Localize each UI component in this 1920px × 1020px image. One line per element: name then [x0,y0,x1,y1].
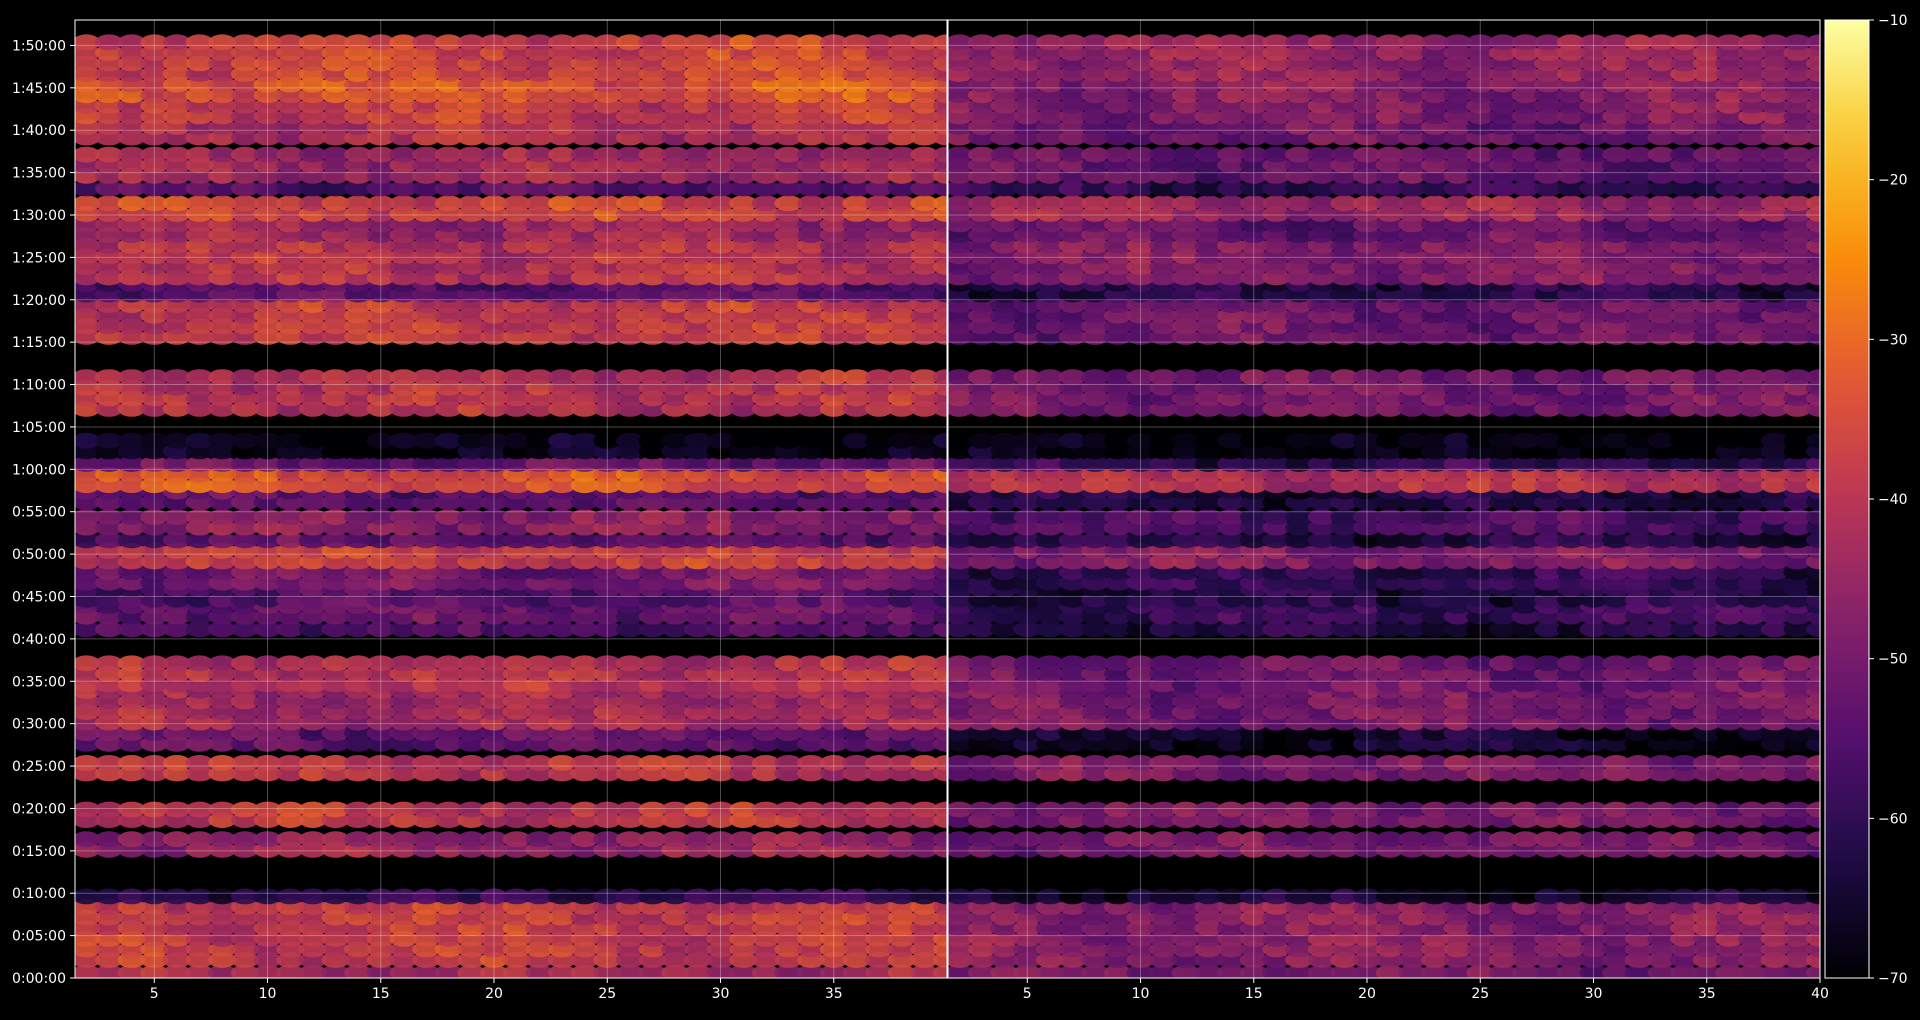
panel-1: 5 10 15 20 25 30 35 [72,20,961,1002]
x-tick-label: 15 [372,986,390,1002]
x-tick-label: 35 [825,986,843,1002]
panels-layer: 51015202530355101520253035400:00:000:05:… [12,20,1834,1002]
x-tick-label: 5 [150,986,159,1002]
x-tick-label: 25 [598,986,616,1002]
spectrogram-chart: 51015202530355101520253035400:00:000:05:… [0,0,1920,1015]
chart-root: 51015202530355101520253035400:00:000:05:… [0,0,1920,1015]
panel-marks [945,34,1834,980]
x-tick-label: 20 [485,986,503,1002]
x-tick-label: 30 [712,986,730,1002]
x-tick-label: 10 [259,986,277,1002]
panel-marks [72,34,961,980]
panel-2: 510152025303540 [945,20,1834,1002]
